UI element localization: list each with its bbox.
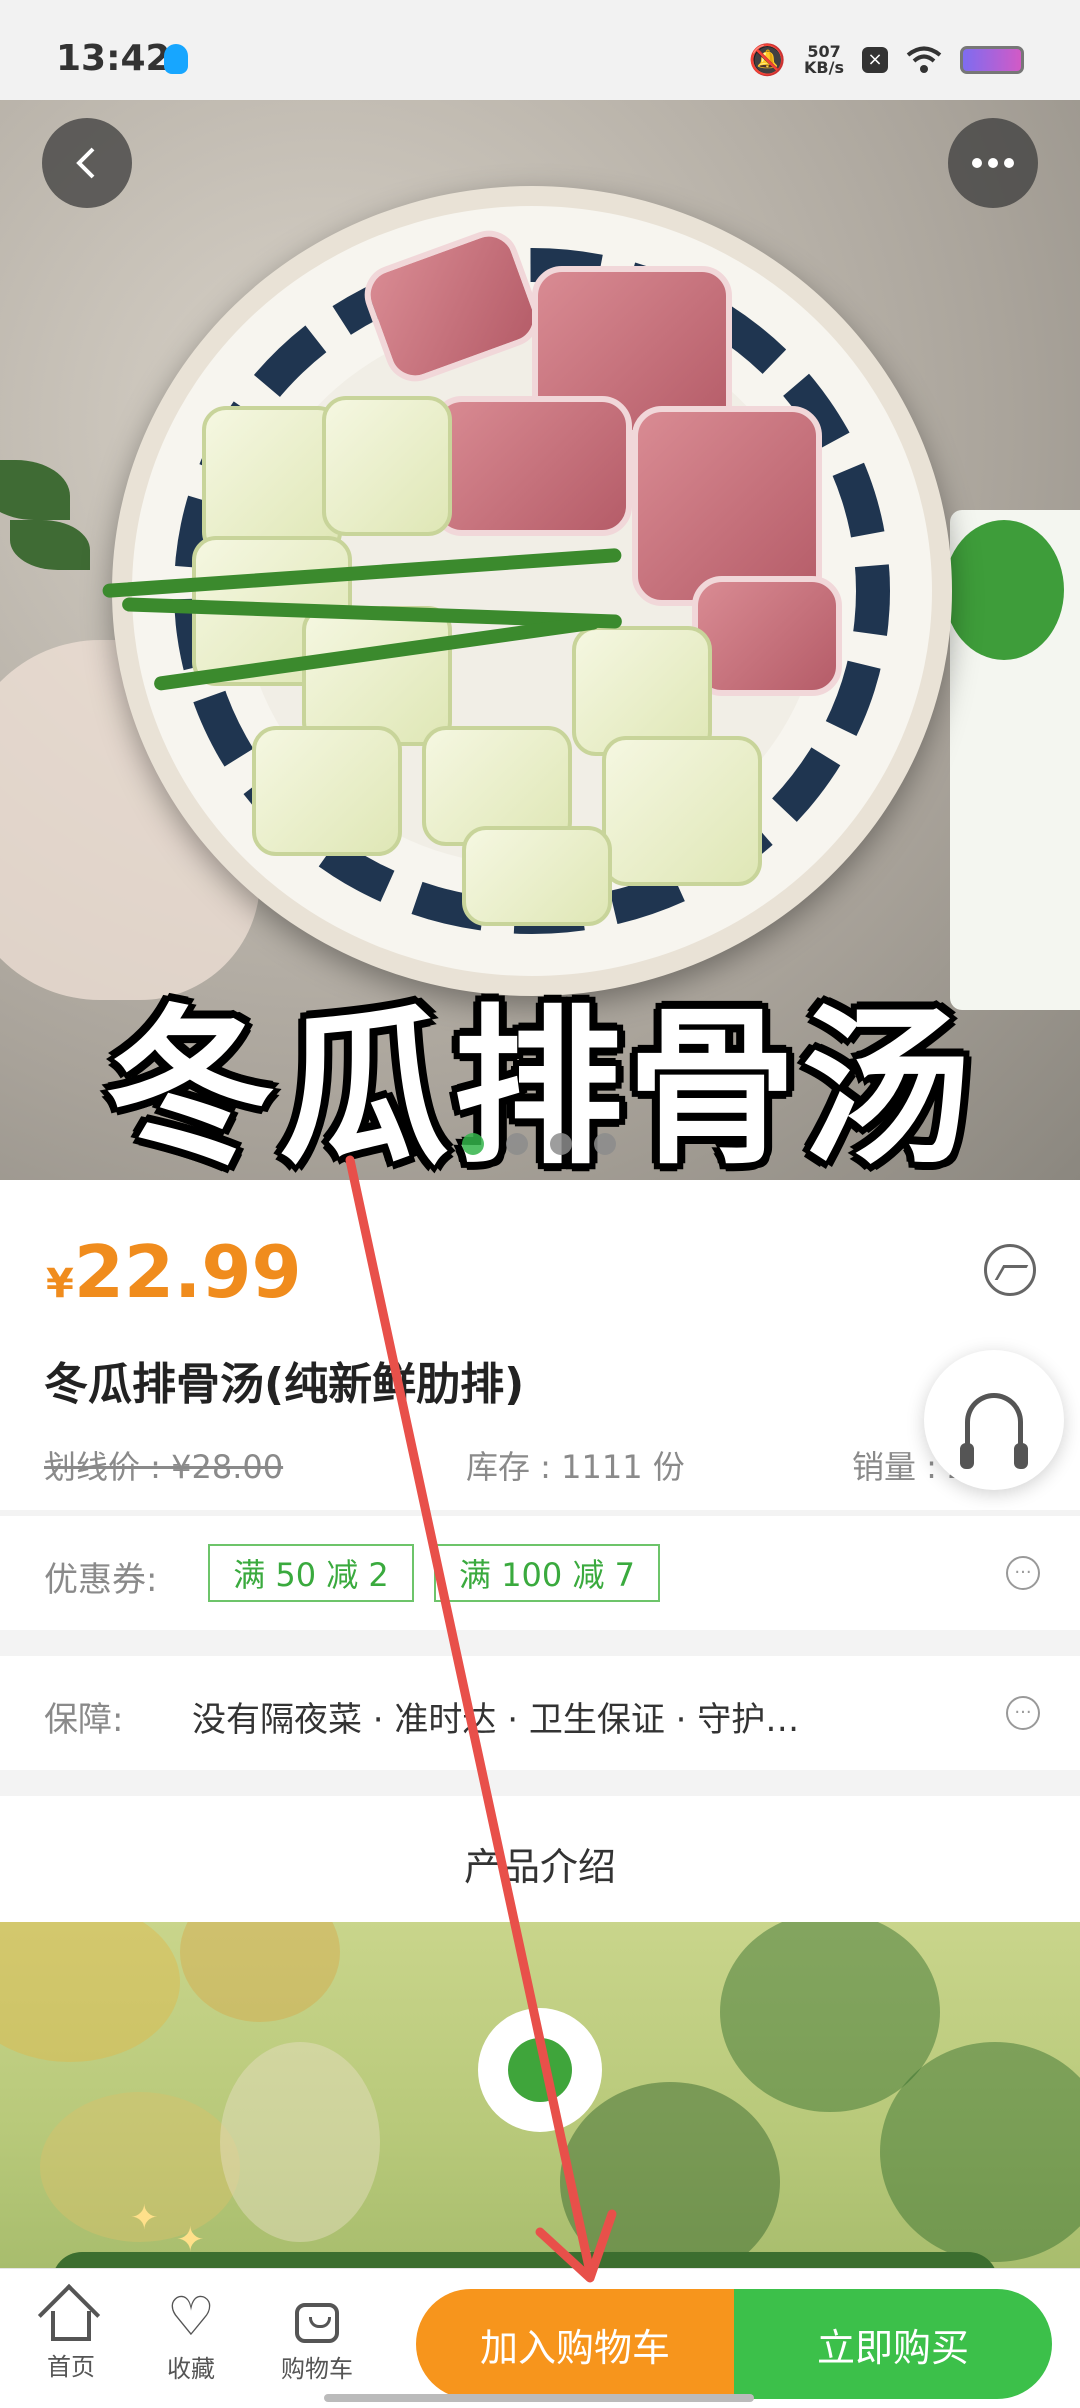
coupon-item[interactable]: 满 100 减 7 [434,1544,660,1602]
home-icon [51,2311,91,2341]
guarantee-text: 没有隔夜菜 · 准时达 · 卫生保证 · 守护… [192,1700,800,1740]
winter-melon [302,606,452,746]
plant-leaf [0,460,70,520]
add-to-cart-button[interactable]: 加入购物车 [416,2289,734,2399]
product-intro-image: ✦ ✦ [0,1922,1080,2268]
tab-favorite-label: 收藏 [167,2355,215,2383]
net-speed-unit: KB/s [804,58,844,77]
product-intro-header: 产品介绍 [0,1796,1080,1922]
share-poster-icon[interactable] [984,1244,1036,1296]
data-saver-icon: × [862,47,888,73]
more-dots-icon[interactable]: ··· [1006,1556,1040,1590]
carousel-indicator [462,1133,616,1155]
more-button[interactable] [948,118,1038,208]
brand-logo [478,2008,602,2132]
guarantee-label: 保障: [44,1700,124,1740]
product-info: ¥22.99 冬瓜排骨汤(纯新鲜肋排) 划线价 : ¥28.00 库存 : 11… [0,1180,1080,1510]
mute-icon: 🔕 [748,42,787,78]
headset-icon [960,1393,1028,1469]
winter-melon [462,826,612,926]
currency-symbol: ¥ [46,1261,74,1307]
brand-mascot [944,520,1064,660]
pork-rib [432,396,632,536]
shopping-bag-icon [295,2303,339,2343]
winter-melon [322,396,452,536]
pork-rib [692,576,842,696]
winter-melon [202,406,342,556]
tab-favorite[interactable]: 收藏 [136,2285,246,2384]
customer-service-button[interactable] [924,1350,1064,1490]
product-title: 冬瓜排骨汤(纯新鲜肋排) [44,1359,525,1410]
net-speed: 507 KB/s [804,44,844,76]
plant-leaf [10,520,90,570]
carousel-dot[interactable] [594,1133,616,1155]
tab-cart[interactable]: 购物车 [262,2297,372,2384]
winter-melon [602,736,762,886]
carousel-dot[interactable] [506,1133,528,1155]
home-indicator[interactable] [324,2394,754,2402]
status-icons: 🔕 507 KB/s × [749,40,1024,80]
product-price: ¥22.99 [46,1230,302,1314]
tab-cart-label: 购物车 [281,2355,353,2383]
guarantee-row[interactable]: 保障: 没有隔夜菜 · 准时达 · 卫生保证 · 守护… ··· [0,1656,1080,1770]
qq-icon [164,44,188,74]
intro-title: 产品介绍 [463,1845,616,1889]
carousel-dot[interactable] [462,1133,484,1155]
stock-count: 库存 : 1111 份 [466,1448,685,1486]
buy-now-button[interactable]: 立即购买 [734,2289,1052,2399]
coupon-row[interactable]: 优惠券: 满 50 减 2 满 100 减 7 ··· [0,1516,1080,1630]
more-icon [972,158,1014,168]
coupon-item[interactable]: 满 50 减 2 [208,1544,414,1602]
sparkle-icon: ✦ [130,2198,159,2238]
more-dots-icon[interactable]: ··· [1006,1696,1040,1730]
price-value: 22.99 [73,1230,302,1314]
coupon-label: 优惠券: [44,1560,158,1600]
product-image-carousel[interactable]: 冬瓜排骨汤 [0,100,1080,1180]
plate [102,186,952,996]
wifi-icon [906,46,942,73]
heart-icon [165,2285,217,2348]
original-price: 划线价 : ¥28.00 [44,1448,284,1486]
back-icon [76,147,95,179]
bottom-action-bar: 首页 收藏 购物车 加入购物车 立即购买 [0,2268,1080,2408]
tab-home-label: 首页 [47,2353,95,2381]
battery-icon [960,46,1024,74]
carousel-dot[interactable] [550,1133,572,1155]
tab-home[interactable]: 首页 [16,2297,126,2382]
back-button[interactable] [42,118,132,208]
winter-melon [252,726,402,856]
status-time: 13:42 [56,38,171,79]
status-bar: 13:42 🔕 507 KB/s × [0,0,1080,100]
